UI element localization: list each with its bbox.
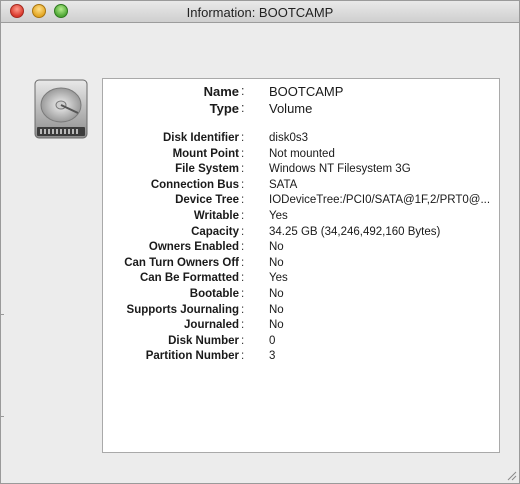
info-value: IODeviceTree:/PCI0/SATA@1F,2/PRT0@... — [269, 194, 491, 207]
info-label: Can Turn Owners Off — [124, 256, 239, 269]
info-label: Disk Identifier — [162, 132, 239, 144]
info-row: Device Tree: IODeviceTree:/PCI0/SATA@1F,2… — [103, 194, 501, 210]
info-value: Not mounted — [269, 147, 335, 160]
info-value: SATA — [269, 178, 298, 191]
info-row: Partition Number: 3 — [103, 350, 501, 366]
info-colon: : — [241, 334, 245, 347]
info-label: Journaled — [184, 319, 239, 332]
info-value: 34.25 GB (34,246,492,160 Bytes) — [269, 225, 441, 238]
info-colon: : — [241, 84, 245, 98]
info-value: Volume — [269, 101, 313, 116]
info-row: Can Be Formatted: Yes — [103, 272, 501, 288]
edge-mark — [1, 314, 4, 315]
info-colon: : — [241, 101, 245, 115]
info-row: Owners Enabled: No — [103, 241, 501, 257]
info-colon: : — [241, 147, 245, 160]
info-label: Supports Journaling — [126, 303, 239, 316]
info-window: Information: BOOTCAMP Name: BOOTCAMP Typ… — [0, 0, 520, 484]
info-colon: : — [241, 319, 245, 332]
info-row: Mount Point: Not mounted — [103, 148, 501, 164]
info-label: Type — [209, 101, 239, 116]
info-colon: : — [241, 194, 245, 207]
info-value: disk0s3 — [269, 132, 308, 144]
hard-drive-icon — [34, 79, 88, 139]
info-label: Disk Number — [168, 334, 239, 347]
info-label: Partition Number — [145, 350, 239, 363]
resize-grip-icon[interactable] — [505, 469, 517, 481]
info-row: Name: BOOTCAMP — [103, 84, 501, 100]
info-label: Owners Enabled — [148, 241, 239, 254]
window-title: Information: BOOTCAMP — [186, 5, 334, 20]
info-value: Windows NT Filesystem 3G — [269, 163, 411, 176]
info-colon: : — [241, 178, 245, 191]
info-colon: : — [241, 210, 245, 222]
info-row: Disk Number: 0 — [103, 335, 501, 351]
info-value: No — [269, 256, 284, 269]
info-colon: : — [241, 163, 245, 176]
info-label: Capacity — [191, 225, 239, 238]
info-colon: : — [241, 256, 245, 269]
info-row: Capacity: 34.25 GB (34,246,492,160 Bytes) — [103, 226, 501, 242]
info-value: Yes — [269, 210, 288, 222]
info-value: No — [269, 319, 284, 332]
info-label: Can Be Formatted — [139, 272, 239, 285]
info-row: Journaled: No — [103, 319, 501, 335]
info-label: Name — [203, 84, 239, 99]
info-row: Writable: Yes — [103, 210, 501, 226]
info-row: Supports Journaling: No — [103, 304, 501, 320]
info-row: Bootable: No — [103, 288, 501, 304]
info-value: No — [269, 303, 284, 316]
info-row: Connection Bus: SATA — [103, 179, 501, 195]
info-value: 3 — [269, 350, 276, 363]
edge-mark — [1, 416, 4, 417]
info-colon: : — [241, 288, 245, 300]
info-value: BOOTCAMP — [269, 84, 344, 99]
info-colon: : — [241, 225, 245, 238]
info-label: Mount Point — [172, 147, 239, 160]
info-panel: Name: BOOTCAMP Type: Volume Disk Identifier:… — [102, 78, 500, 453]
info-row: Type: Volume — [103, 101, 501, 117]
title-bar[interactable]: Information: BOOTCAMP — [1, 1, 519, 23]
info-label: File System — [175, 163, 239, 176]
info-value: 0 — [269, 334, 276, 347]
info-value: No — [269, 241, 284, 254]
info-label: Connection Bus — [150, 178, 239, 191]
info-label: Device Tree — [175, 194, 239, 207]
info-colon: : — [241, 132, 245, 144]
info-colon: : — [241, 272, 245, 285]
info-value: No — [269, 288, 284, 300]
info-row: File System: Windows NT Filesystem 3G — [103, 163, 501, 179]
info-label: Writable — [193, 210, 239, 222]
info-row: Can Turn Owners Off: No — [103, 257, 501, 273]
info-label: Bootable — [189, 288, 239, 300]
info-row: Disk Identifier: disk0s3 — [103, 132, 501, 148]
info-colon: : — [241, 350, 245, 363]
info-colon: : — [241, 303, 245, 316]
info-value: Yes — [269, 272, 288, 285]
info-colon: : — [241, 241, 245, 254]
